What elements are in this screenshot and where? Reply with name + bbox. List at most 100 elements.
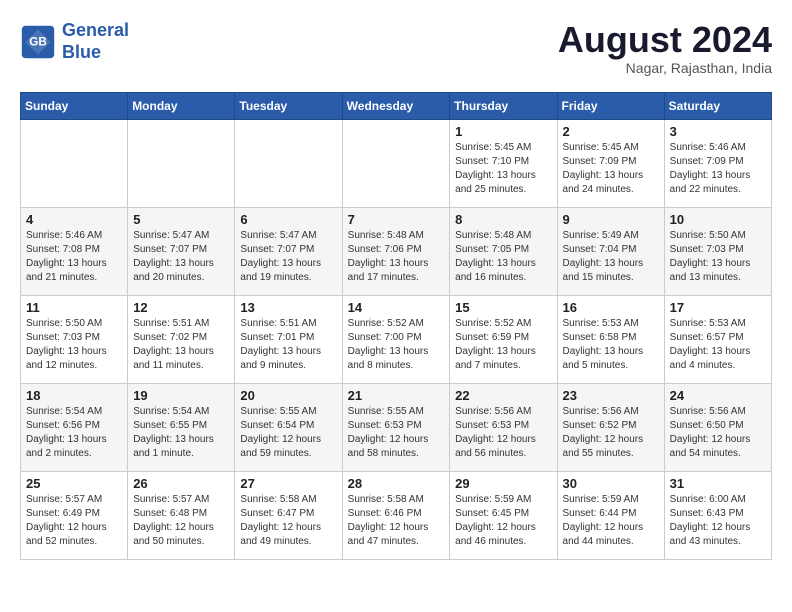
calendar-cell: 1Sunrise: 5:45 AM Sunset: 7:10 PM Daylig…	[450, 119, 557, 207]
svg-text:GB: GB	[29, 35, 47, 48]
day-info: Sunrise: 5:52 AM Sunset: 7:00 PM Dayligh…	[348, 317, 445, 373]
calendar-week-5: 25 Sunrise: 5:57 AM Sunset: 6:49 PM Dayli…	[21, 471, 772, 559]
day-info: Sunrise: 5:47 AM Sunset: 7:07 PM Dayligh…	[133, 229, 229, 285]
day-header-saturday: Saturday	[664, 92, 771, 119]
calendar-cell	[342, 119, 450, 207]
location: Nagar, Rajasthan, India	[558, 60, 772, 76]
day-number: 15	[455, 300, 551, 315]
day-number: 10	[670, 212, 766, 227]
day-number: 31	[670, 476, 766, 491]
month-title: August 2024	[558, 20, 772, 60]
day-info: Sunrise: 5:51 AM Sunset: 7:02 PM Dayligh…	[133, 317, 229, 373]
day-number: 24	[670, 388, 766, 403]
calendar-cell: 5 Sunrise: 5:47 AM Sunset: 7:07 PM Daylig…	[128, 207, 235, 295]
day-number: 20	[240, 388, 336, 403]
calendar-cell: 6 Sunrise: 5:47 AM Sunset: 7:07 PM Daylig…	[235, 207, 342, 295]
day-info: Sunrise: 5:46 AM Sunset: 7:09 PM Dayligh…	[670, 141, 766, 197]
calendar-cell: 13 Sunrise: 5:51 AM Sunset: 7:01 PM Dayli…	[235, 295, 342, 383]
calendar-cell: 7Sunrise: 5:48 AM Sunset: 7:06 PM Daylig…	[342, 207, 450, 295]
day-info: Sunrise: 5:58 AM Sunset: 6:46 PM Dayligh…	[348, 493, 445, 549]
day-info: Sunrise: 5:57 AM Sunset: 6:49 PM Dayligh…	[26, 493, 122, 549]
calendar-cell: 29Sunrise: 5:59 AM Sunset: 6:45 PM Dayli…	[450, 471, 557, 559]
calendar-cell: 20 Sunrise: 5:55 AM Sunset: 6:54 PM Dayli…	[235, 383, 342, 471]
calendar-week-3: 11 Sunrise: 5:50 AM Sunset: 7:03 PM Dayli…	[21, 295, 772, 383]
day-header-tuesday: Tuesday	[235, 92, 342, 119]
calendar-cell: 15 Sunrise: 5:52 AM Sunset: 6:59 PM Dayli…	[450, 295, 557, 383]
calendar-cell: 22 Sunrise: 5:56 AM Sunset: 6:53 PM Dayli…	[450, 383, 557, 471]
calendar-cell: 24Sunrise: 5:56 AM Sunset: 6:50 PM Dayli…	[664, 383, 771, 471]
calendar-cell: 14 Sunrise: 5:52 AM Sunset: 7:00 PM Dayli…	[342, 295, 450, 383]
day-info: Sunrise: 5:55 AM Sunset: 6:54 PM Dayligh…	[240, 405, 336, 461]
calendar-cell: 2 Sunrise: 5:45 AM Sunset: 7:09 PM Daylig…	[557, 119, 664, 207]
calendar-cell: 8 Sunrise: 5:48 AM Sunset: 7:05 PM Daylig…	[450, 207, 557, 295]
logo-line1: General	[62, 20, 129, 40]
day-number: 6	[240, 212, 336, 227]
day-info: Sunrise: 5:46 AM Sunset: 7:08 PM Dayligh…	[26, 229, 122, 285]
day-number: 28	[348, 476, 445, 491]
day-number: 22	[455, 388, 551, 403]
day-number: 16	[563, 300, 659, 315]
day-number: 4	[26, 212, 122, 227]
calendar-cell: 12 Sunrise: 5:51 AM Sunset: 7:02 PM Dayli…	[128, 295, 235, 383]
day-number: 29	[455, 476, 551, 491]
day-info: Sunrise: 5:53 AM Sunset: 6:57 PM Dayligh…	[670, 317, 766, 373]
logo-line2: Blue	[62, 42, 101, 62]
calendar-cell: 17 Sunrise: 5:53 AM Sunset: 6:57 PM Dayli…	[664, 295, 771, 383]
day-info: Sunrise: 5:53 AM Sunset: 6:58 PM Dayligh…	[563, 317, 659, 373]
calendar-cell	[21, 119, 128, 207]
day-info: Sunrise: 5:54 AM Sunset: 6:55 PM Dayligh…	[133, 405, 229, 461]
calendar-cell: 18 Sunrise: 5:54 AM Sunset: 6:56 PM Dayli…	[21, 383, 128, 471]
day-info: Sunrise: 5:55 AM Sunset: 6:53 PM Dayligh…	[348, 405, 445, 461]
calendar-week-1: 1Sunrise: 5:45 AM Sunset: 7:10 PM Daylig…	[21, 119, 772, 207]
day-info: Sunrise: 5:56 AM Sunset: 6:52 PM Dayligh…	[563, 405, 659, 461]
calendar-cell: 28 Sunrise: 5:58 AM Sunset: 6:46 PM Dayli…	[342, 471, 450, 559]
day-info: Sunrise: 5:52 AM Sunset: 6:59 PM Dayligh…	[455, 317, 551, 373]
day-number: 8	[455, 212, 551, 227]
day-number: 27	[240, 476, 336, 491]
calendar-cell: 11 Sunrise: 5:50 AM Sunset: 7:03 PM Dayli…	[21, 295, 128, 383]
day-number: 12	[133, 300, 229, 315]
calendar-cell: 16 Sunrise: 5:53 AM Sunset: 6:58 PM Dayli…	[557, 295, 664, 383]
day-info: Sunrise: 5:58 AM Sunset: 6:47 PM Dayligh…	[240, 493, 336, 549]
calendar-cell: 23Sunrise: 5:56 AM Sunset: 6:52 PM Dayli…	[557, 383, 664, 471]
day-number: 9	[563, 212, 659, 227]
calendar-cell: 3 Sunrise: 5:46 AM Sunset: 7:09 PM Daylig…	[664, 119, 771, 207]
page-header: GB General Blue August 2024 Nagar, Rajas…	[20, 20, 772, 76]
day-number: 3	[670, 124, 766, 139]
day-number: 21	[348, 388, 445, 403]
day-info: Sunrise: 5:51 AM Sunset: 7:01 PM Dayligh…	[240, 317, 336, 373]
day-number: 14	[348, 300, 445, 315]
day-info: Sunrise: 5:45 AM Sunset: 7:10 PM Dayligh…	[455, 141, 551, 197]
day-number: 11	[26, 300, 122, 315]
day-info: Sunrise: 6:00 AM Sunset: 6:43 PM Dayligh…	[670, 493, 766, 549]
calendar-cell: 19Sunrise: 5:54 AM Sunset: 6:55 PM Dayli…	[128, 383, 235, 471]
calendar-cell: 31 Sunrise: 6:00 AM Sunset: 6:43 PM Dayli…	[664, 471, 771, 559]
calendar-cell: 21 Sunrise: 5:55 AM Sunset: 6:53 PM Dayli…	[342, 383, 450, 471]
day-number: 25	[26, 476, 122, 491]
calendar-cell: 27 Sunrise: 5:58 AM Sunset: 6:47 PM Dayli…	[235, 471, 342, 559]
day-info: Sunrise: 5:47 AM Sunset: 7:07 PM Dayligh…	[240, 229, 336, 285]
day-number: 7	[348, 212, 445, 227]
calendar: SundayMondayTuesdayWednesdayThursdayFrid…	[20, 92, 772, 560]
day-number: 17	[670, 300, 766, 315]
day-info: Sunrise: 5:48 AM Sunset: 7:05 PM Dayligh…	[455, 229, 551, 285]
day-info: Sunrise: 5:45 AM Sunset: 7:09 PM Dayligh…	[563, 141, 659, 197]
day-info: Sunrise: 5:54 AM Sunset: 6:56 PM Dayligh…	[26, 405, 122, 461]
day-number: 5	[133, 212, 229, 227]
day-number: 2	[563, 124, 659, 139]
day-number: 18	[26, 388, 122, 403]
day-number: 13	[240, 300, 336, 315]
calendar-cell: 9Sunrise: 5:49 AM Sunset: 7:04 PM Daylig…	[557, 207, 664, 295]
day-info: Sunrise: 5:56 AM Sunset: 6:53 PM Dayligh…	[455, 405, 551, 461]
calendar-cell: 25 Sunrise: 5:57 AM Sunset: 6:49 PM Dayli…	[21, 471, 128, 559]
day-header-sunday: Sunday	[21, 92, 128, 119]
day-info: Sunrise: 5:59 AM Sunset: 6:44 PM Dayligh…	[563, 493, 659, 549]
day-header-monday: Monday	[128, 92, 235, 119]
calendar-cell: 30Sunrise: 5:59 AM Sunset: 6:44 PM Dayli…	[557, 471, 664, 559]
day-info: Sunrise: 5:57 AM Sunset: 6:48 PM Dayligh…	[133, 493, 229, 549]
calendar-week-2: 4 Sunrise: 5:46 AM Sunset: 7:08 PM Daylig…	[21, 207, 772, 295]
day-header-friday: Friday	[557, 92, 664, 119]
day-header-thursday: Thursday	[450, 92, 557, 119]
day-info: Sunrise: 5:50 AM Sunset: 7:03 PM Dayligh…	[26, 317, 122, 373]
logo: GB General Blue	[20, 20, 129, 63]
